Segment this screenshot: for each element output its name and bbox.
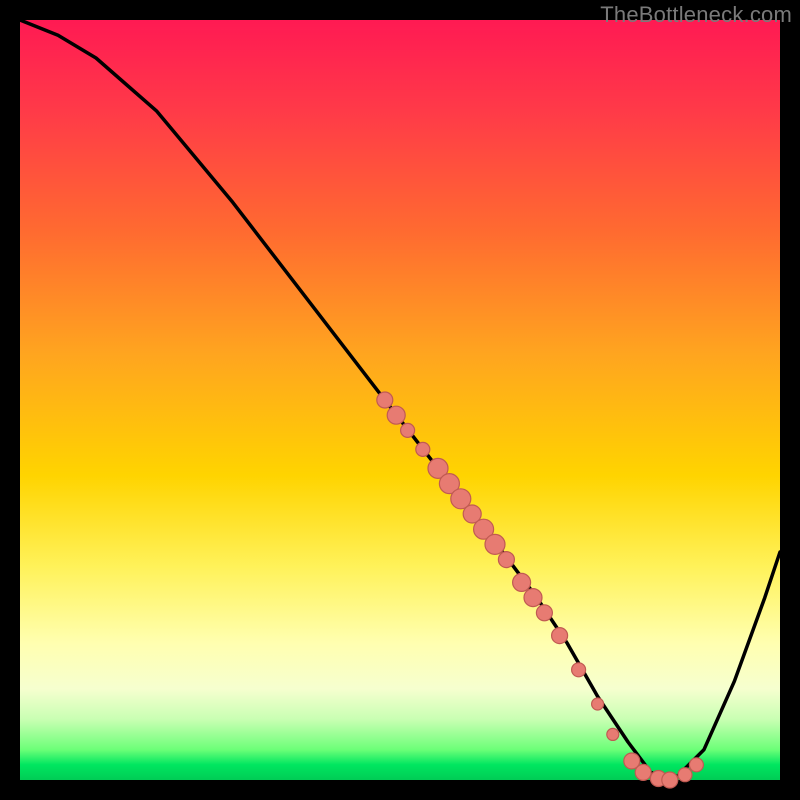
marker-dot bbox=[552, 628, 568, 644]
marker-dot bbox=[387, 406, 405, 424]
marker-dot bbox=[536, 605, 552, 621]
marker-dot bbox=[498, 552, 514, 568]
marker-dot bbox=[607, 728, 619, 740]
marker-dot bbox=[377, 392, 393, 408]
marker-dot bbox=[524, 589, 542, 607]
marker-dot bbox=[635, 764, 651, 780]
figure: TheBottleneck.com bbox=[0, 0, 800, 800]
marker-dot bbox=[485, 534, 505, 554]
curve-path bbox=[20, 20, 780, 780]
marker-dot bbox=[401, 423, 415, 437]
plot-area bbox=[20, 20, 780, 780]
marker-dot bbox=[572, 663, 586, 677]
bead-markers bbox=[377, 392, 704, 788]
marker-dot bbox=[416, 442, 430, 456]
marker-dot bbox=[592, 698, 604, 710]
marker-dot bbox=[513, 573, 531, 591]
attribution-text: TheBottleneck.com bbox=[600, 2, 792, 28]
marker-dot bbox=[689, 758, 703, 772]
chart-svg bbox=[20, 20, 780, 780]
marker-dot bbox=[678, 768, 692, 782]
marker-dot bbox=[662, 772, 678, 788]
